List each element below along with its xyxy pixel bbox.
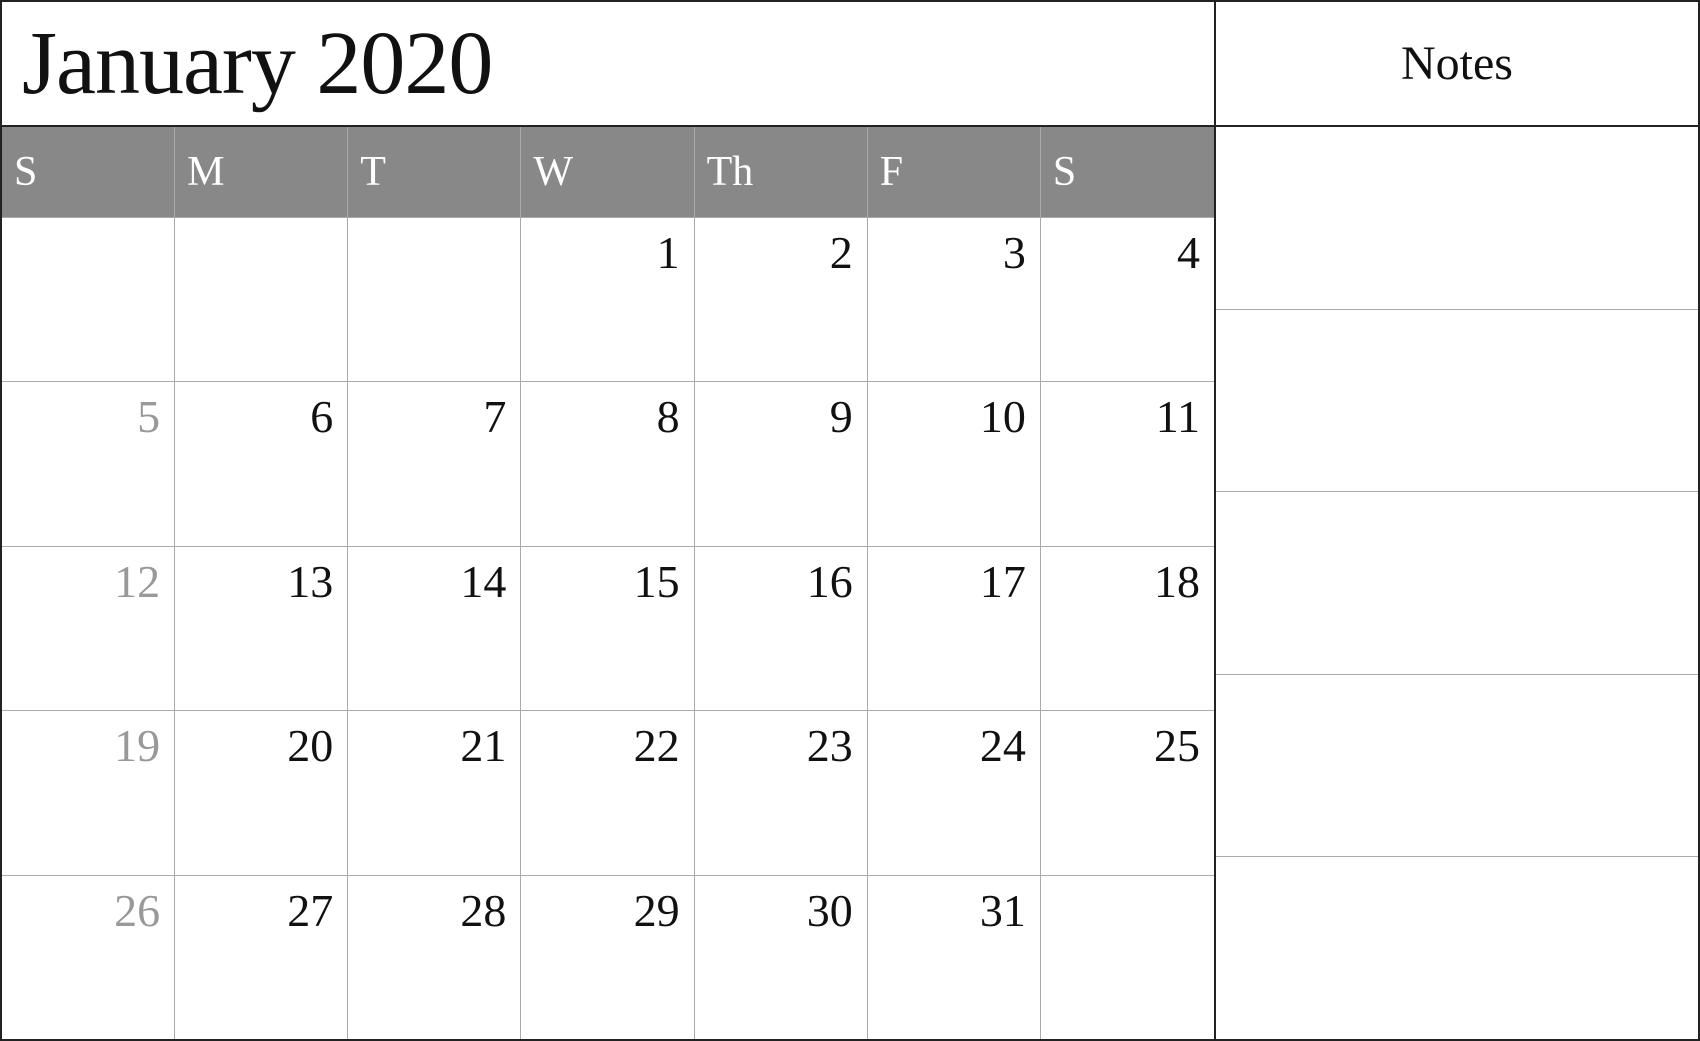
month-title: January 2020 [22,12,492,115]
day-header-sat: S [1041,127,1214,217]
top-row: January 2020 Notes [2,2,1698,127]
week-row-1: 1 2 3 4 [2,217,1214,381]
day-cell-13: 13 [175,547,348,710]
calendar-grid: S M T W Th F S 1 2 3 4 [2,127,1216,1039]
day-cell-16: 16 [695,547,868,710]
notes-row-5[interactable] [1216,856,1698,1039]
day-cell-14: 14 [348,547,521,710]
day-cell-6: 6 [175,382,348,545]
day-cell-9: 9 [695,382,868,545]
day-cell-10: 10 [868,382,1041,545]
week-row-4: 19 20 21 22 23 24 25 [2,710,1214,874]
day-cell-29: 29 [521,876,694,1039]
day-cell-8: 8 [521,382,694,545]
day-cell-3: 3 [868,218,1041,381]
day-headers-row: S M T W Th F S [2,127,1214,217]
notes-row-1[interactable] [1216,127,1698,309]
day-cell-25: 25 [1041,711,1214,874]
day-cell-31: 31 [868,876,1041,1039]
day-cell-26: 26 [2,876,175,1039]
day-cell-2: 2 [695,218,868,381]
day-cell-11: 11 [1041,382,1214,545]
day-cell-15: 15 [521,547,694,710]
week-row-5: 26 27 28 29 30 31 [2,875,1214,1039]
day-cell [348,218,521,381]
day-cell-28: 28 [348,876,521,1039]
day-cell-23: 23 [695,711,868,874]
month-title-cell: January 2020 [2,2,1216,125]
notes-header-cell: Notes [1216,2,1698,125]
week-row-3: 12 13 14 15 16 17 18 [2,546,1214,710]
day-cell [2,218,175,381]
notes-row-2[interactable] [1216,309,1698,492]
day-cell-30: 30 [695,876,868,1039]
day-cell-17: 17 [868,547,1041,710]
day-header-tue: T [348,127,521,217]
day-cell-1: 1 [521,218,694,381]
day-cell-7: 7 [348,382,521,545]
day-cell-19: 19 [2,711,175,874]
day-cell-24: 24 [868,711,1041,874]
day-header-fri: F [868,127,1041,217]
day-cell-12: 12 [2,547,175,710]
day-cell-18: 18 [1041,547,1214,710]
day-cell-22: 22 [521,711,694,874]
day-cell-20: 20 [175,711,348,874]
notes-row-4[interactable] [1216,674,1698,857]
calendar-body: S M T W Th F S 1 2 3 4 [2,127,1698,1039]
day-header-wed: W [521,127,694,217]
day-header-sun: S [2,127,175,217]
day-cell-27: 27 [175,876,348,1039]
day-cell-5: 5 [2,382,175,545]
calendar-container: January 2020 Notes S M T W Th F S [0,0,1700,1041]
week-row-2: 5 6 7 8 9 10 11 [2,381,1214,545]
day-header-thu: Th [695,127,868,217]
day-cell-21: 21 [348,711,521,874]
notes-row-3[interactable] [1216,491,1698,674]
notes-column[interactable] [1216,127,1698,1039]
day-cell-4: 4 [1041,218,1214,381]
weeks-container: 1 2 3 4 5 6 7 8 9 10 11 12 [2,217,1214,1039]
day-header-mon: M [175,127,348,217]
day-cell [175,218,348,381]
day-cell-empty-end [1041,876,1214,1039]
notes-title: Notes [1401,36,1513,91]
